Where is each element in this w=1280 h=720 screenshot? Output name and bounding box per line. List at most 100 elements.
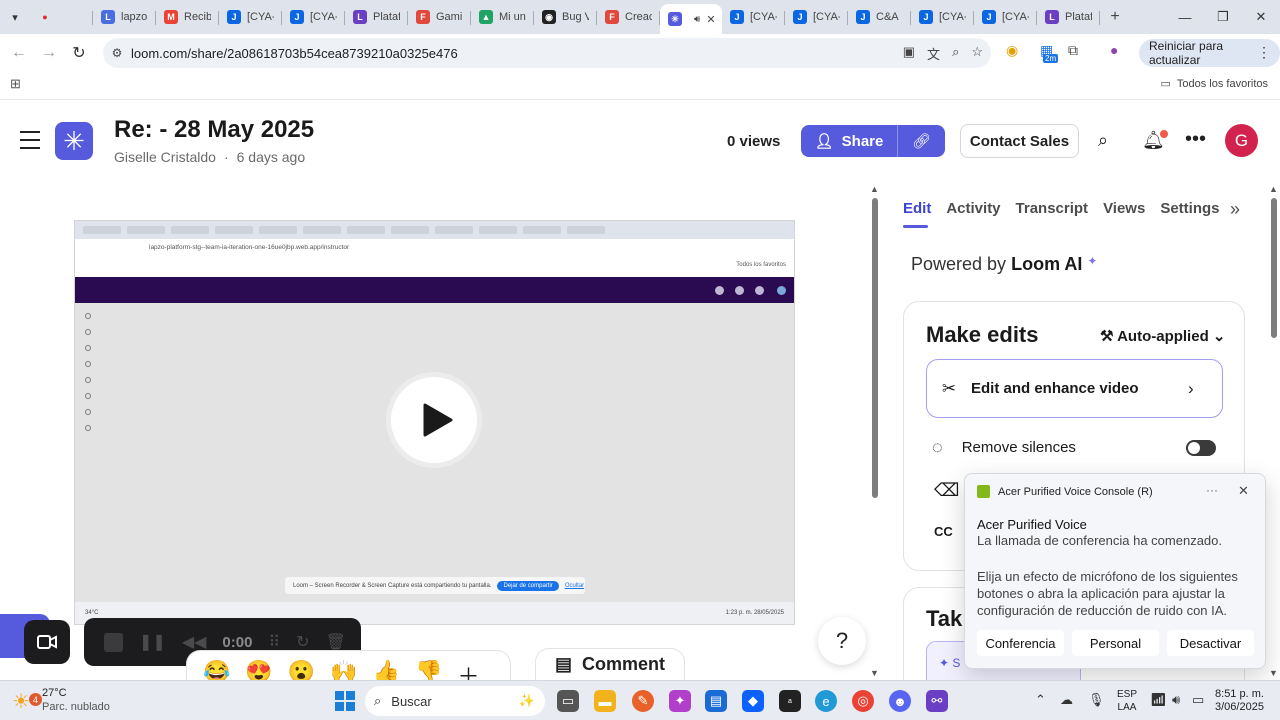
chrome-icon[interactable]: ◎ — [852, 690, 874, 712]
restart-icon[interactable]: ↻ — [296, 632, 309, 652]
volume-icon[interactable]: 🔊︎ — [1172, 692, 1180, 708]
taskbar-app-terminal-icon[interactable]: ▭ — [557, 690, 579, 712]
clipboard-icon[interactable]: ▣ — [903, 44, 915, 63]
page-scroll-up-icon[interactable]: ▲ — [1269, 184, 1278, 194]
forward-icon[interactable]: → — [34, 44, 64, 62]
reaction-emoji[interactable]: 👍 — [373, 659, 400, 684]
reaction-emoji[interactable]: 👎 — [415, 659, 442, 684]
close-icon[interactable]: ✕ — [1238, 483, 1249, 499]
scroll-up-icon[interactable]: ▲ — [870, 184, 879, 194]
all-bookmarks[interactable]: ▭ Todos los favoritos — [1160, 77, 1268, 91]
toast-button-desactivar[interactable]: Desactivar — [1167, 630, 1254, 656]
stop-recording-button[interactable] — [104, 632, 123, 652]
author-name[interactable]: Giselle Cristaldo — [114, 149, 216, 165]
video-scrollbar[interactable]: ▲ ▼ — [869, 184, 881, 680]
reload-icon[interactable]: ↻ — [64, 43, 94, 63]
toast-button-conferencia[interactable]: Conferencia — [977, 630, 1064, 656]
browser-tab[interactable]: Llapzo — [93, 3, 156, 31]
scroll-down-icon[interactable]: ▼ — [870, 668, 879, 678]
more-options-icon[interactable]: ··· — [1206, 483, 1218, 497]
close-window-icon[interactable]: ✕ — [1242, 0, 1280, 34]
page-scrollbar[interactable]: ▲ ▼ — [1268, 184, 1280, 680]
dropbox-icon[interactable]: ◆ — [742, 690, 764, 712]
amazon-icon[interactable]: a — [779, 690, 801, 712]
tab-audio-icon[interactable]: 🔊︎ — [694, 14, 700, 25]
extensions-puzzle-icon[interactable]: ⧉ — [1068, 42, 1078, 59]
tab-transcript[interactable]: Transcript — [1016, 200, 1089, 217]
language-indicator[interactable]: ESP LAA — [1117, 688, 1137, 714]
browser-tab[interactable]: J [CYA- — [785, 3, 848, 31]
tab-settings[interactable]: Settings — [1160, 200, 1219, 217]
avatar[interactable]: G — [1225, 124, 1258, 157]
browser-tab[interactable]: L Plataf — [345, 3, 408, 31]
bookmark-star-icon[interactable]: ☆ — [971, 44, 983, 63]
camera-toggle-button[interactable] — [24, 620, 70, 664]
browser-tab[interactable]: J [CYA- — [282, 3, 345, 31]
weather-widget[interactable]: ☀ 4 27°C Parc. nublado — [12, 686, 110, 714]
loom-logo[interactable]: ✳ — [55, 122, 93, 160]
captions-icon[interactable]: CC — [934, 524, 953, 539]
address-bar[interactable]: ⚙ loom.com/share/2a08618703b54cea8739210… — [103, 38, 991, 68]
reaction-emoji[interactable]: 🙌 — [330, 659, 357, 684]
translate-icon[interactable]: 文 — [927, 44, 940, 63]
microphone-icon[interactable]: 🎙︎ — [1088, 692, 1105, 708]
tab-edit[interactable]: Edit — [903, 200, 931, 217]
remove-silences-toggle[interactable] — [1186, 440, 1216, 456]
views-count[interactable]: 0 views — [727, 133, 780, 150]
more-options-icon[interactable]: ••• — [1185, 128, 1206, 151]
discord-icon[interactable]: ☻ — [889, 690, 911, 712]
edit-enhance-video-button[interactable]: ✂ Edit and enhance video › — [926, 359, 1223, 418]
site-info-icon[interactable]: ⚙ — [103, 46, 131, 60]
search-icon[interactable]: ⌕ — [1098, 130, 1108, 151]
browser-tab[interactable]: F Gami — [408, 3, 471, 31]
toast-button-personal[interactable]: Personal — [1072, 630, 1159, 656]
tab-activity[interactable]: Activity — [946, 200, 1000, 217]
browser-tab[interactable]: J [CYA- — [722, 3, 785, 31]
battery-icon[interactable]: ▭ — [1192, 692, 1204, 708]
browser-tab[interactable]: L Plataf — [1037, 3, 1100, 31]
page-scroll-down-icon[interactable]: ▼ — [1269, 668, 1278, 678]
help-button[interactable]: ? — [818, 617, 866, 665]
comment-button[interactable]: ▤ Comment — [535, 648, 685, 680]
browser-menu-icon[interactable]: ⋮ — [1257, 44, 1271, 61]
rewind-icon[interactable]: ◀◀ — [182, 632, 207, 652]
extension-icon[interactable]: ◉ — [1006, 42, 1018, 59]
tray-app-icon[interactable]: ☁ — [1060, 692, 1073, 708]
apps-grid-icon[interactable]: ⊞ — [10, 76, 21, 92]
contact-sales-button[interactable]: Contact Sales — [960, 124, 1079, 158]
magic-eraser-icon[interactable]: ⌫ — [934, 480, 959, 501]
reaction-emoji[interactable]: ＋ — [457, 659, 479, 689]
browser-tab[interactable]: J [CYA- — [974, 3, 1037, 31]
minimize-icon[interactable]: — — [1166, 0, 1204, 34]
collapse-panel-icon[interactable]: » — [1230, 199, 1240, 220]
tab-close-icon[interactable]: ✕ — [706, 13, 715, 26]
wifi-icon[interactable]: 📶︎ — [1150, 692, 1167, 708]
browser-tab[interactable]: M Recib — [156, 3, 219, 31]
tab-active[interactable]: ✳ 🔊︎ ✕ — [660, 4, 722, 34]
taskbar-search[interactable]: ⌕ Buscar ✨ — [365, 686, 545, 716]
store-icon[interactable]: ▤ — [705, 690, 727, 712]
reaction-emoji[interactable]: 😮 — [288, 659, 315, 684]
share-button[interactable]: 👤︎ Share — [801, 125, 897, 157]
system-clock[interactable]: 8:51 p. m. 3/06/2025 — [1215, 688, 1264, 714]
grid-icon[interactable]: ⠿ — [268, 632, 280, 652]
browser-tab[interactable]: J [CYA- — [911, 3, 974, 31]
reaction-emoji[interactable]: 😂 — [203, 659, 230, 684]
pause-icon[interactable]: ❚❚ — [139, 632, 166, 652]
trash-icon[interactable]: 🗑︎ — [326, 632, 346, 652]
browser-tab[interactable]: ◉ Bug V — [534, 3, 597, 31]
scrollbar-thumb[interactable] — [872, 198, 878, 498]
browser-tab[interactable]: J [CYA- — [219, 3, 282, 31]
new-tab-button[interactable]: + — [1100, 8, 1130, 26]
page-scrollbar-thumb[interactable] — [1271, 198, 1277, 338]
profile-icon[interactable]: ● — [1110, 42, 1118, 58]
play-button[interactable] — [386, 372, 482, 468]
tab-views[interactable]: Views — [1103, 200, 1145, 217]
taskbar-app-icon[interactable]: ⚯ — [926, 690, 948, 712]
hamburger-menu-icon[interactable] — [20, 131, 40, 155]
copy-link-button[interactable]: 🔗︎ — [897, 125, 945, 157]
back-icon[interactable]: ← — [4, 44, 34, 62]
taskbar-app-pen-icon[interactable]: ✎ — [632, 690, 654, 712]
browser-tab[interactable]: F Creac — [597, 3, 660, 31]
taskbar-app-copilot-icon[interactable]: ✦ — [669, 690, 691, 712]
